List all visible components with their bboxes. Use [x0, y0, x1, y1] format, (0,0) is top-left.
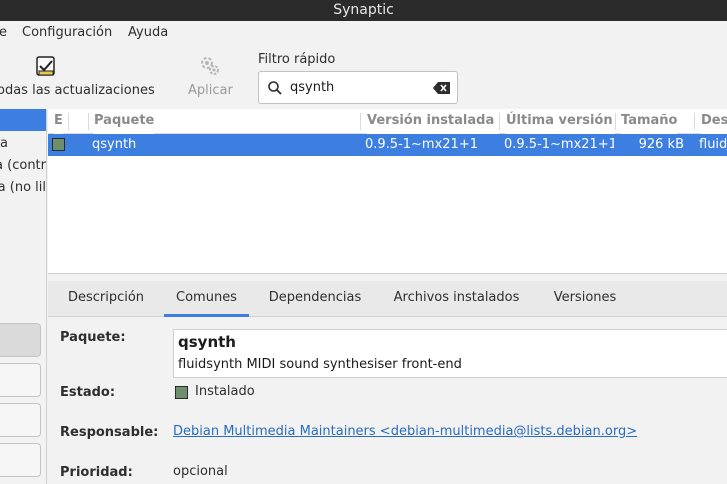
- sidebar-item[interactable]: a (contr: [0, 155, 46, 177]
- maintainer-link[interactable]: Debian Multimedia Maintainers <debian-mu…: [173, 424, 637, 439]
- col-separator: [88, 113, 89, 130]
- package-list: E Paquete Versión instalada Última versi…: [48, 109, 727, 274]
- sidebar-filter-button[interactable]: [0, 323, 41, 357]
- installed-status-icon[interactable]: [52, 138, 65, 151]
- tab-versions[interactable]: Versiones: [542, 281, 628, 317]
- details-panel: Paquete: qsynth fluidsynth MIDI sound sy…: [48, 318, 727, 484]
- col-description[interactable]: Des: [701, 109, 727, 134]
- state-field-label: Estado:: [60, 385, 116, 400]
- tab-description[interactable]: Descripción: [56, 281, 156, 317]
- clear-icon[interactable]: [433, 82, 450, 94]
- sidebar-filter-button[interactable]: [0, 443, 41, 477]
- priority-value: opcional: [173, 464, 228, 479]
- sidebar-selected-item[interactable]: [0, 109, 46, 131]
- quick-filter-label: Filtro rápido: [258, 52, 336, 67]
- sidebar-item[interactable]: a: [0, 133, 46, 155]
- tab-common[interactable]: Comunes: [164, 281, 249, 317]
- col-size[interactable]: Tamaño: [621, 109, 678, 134]
- col-separator: [694, 113, 695, 130]
- sidebar: a a (contr a (no lil: [0, 109, 47, 484]
- quick-filter-input[interactable]: qsynth: [258, 71, 458, 104]
- apply-label: Aplicar: [188, 83, 233, 98]
- toolbar: odas las actualizaciones Aplicar Filtro …: [0, 46, 727, 108]
- menu-settings[interactable]: Configuración: [22, 25, 112, 40]
- row-latest-version: 0.9.5-1~mx21+1: [504, 137, 614, 152]
- row-description: fluidsy: [699, 137, 727, 152]
- details-tabs: Descripción Comunes Dependencias Archivo…: [48, 281, 727, 317]
- gears-icon: [201, 57, 219, 75]
- col-separator: [360, 113, 361, 130]
- sidebar-filter-button[interactable]: [0, 403, 41, 437]
- row-package-name: qsynth: [92, 137, 137, 152]
- table-row[interactable]: qsynth 0.9.5-1~mx21+1 0.9.5-1~mx21+1 926…: [48, 134, 727, 156]
- maintainer-field-label: Responsable:: [60, 425, 159, 440]
- upgrade-icon: [36, 56, 55, 76]
- sidebar-filter-button[interactable]: [0, 363, 41, 397]
- sidebar-item[interactable]: a (no lil: [0, 177, 46, 199]
- search-icon: [268, 81, 282, 95]
- col-separator: [615, 113, 616, 130]
- tab-installed-files[interactable]: Archivos instalados: [384, 281, 529, 317]
- window-title: Synaptic: [0, 0, 727, 21]
- menu-help[interactable]: Ayuda: [128, 25, 168, 40]
- col-status[interactable]: E: [54, 109, 63, 134]
- package-field-label: Paquete:: [60, 330, 126, 345]
- col-latest-version[interactable]: Última versión: [506, 109, 615, 134]
- row-size: 926 kB: [638, 137, 684, 152]
- col-installed-version[interactable]: Versión instalada: [367, 109, 499, 134]
- col-package[interactable]: Paquete: [94, 109, 155, 134]
- state-value: Instalado: [195, 384, 255, 399]
- package-summary: fluidsynth MIDI sound synthesiser front-…: [178, 357, 462, 372]
- col-separator: [499, 113, 500, 130]
- priority-field-label: Prioridad:: [60, 465, 133, 480]
- installed-status-icon: [175, 386, 188, 399]
- synaptic-window: Synaptic e Configuración Ayuda odas las …: [0, 0, 727, 484]
- package-name: qsynth: [178, 333, 236, 351]
- mark-all-upgrades-label: odas las actualizaciones: [0, 83, 155, 98]
- quick-filter-value: qsynth: [290, 80, 335, 95]
- tab-dependencies[interactable]: Dependencias: [259, 281, 371, 317]
- package-info-box: qsynth fluidsynth MIDI sound synthesiser…: [173, 329, 727, 378]
- menu-edit[interactable]: e: [0, 25, 7, 40]
- menu-bar: e Configuración Ayuda: [0, 21, 727, 46]
- row-installed-version: 0.9.5-1~mx21+1: [365, 137, 478, 152]
- col-separator: [68, 113, 69, 130]
